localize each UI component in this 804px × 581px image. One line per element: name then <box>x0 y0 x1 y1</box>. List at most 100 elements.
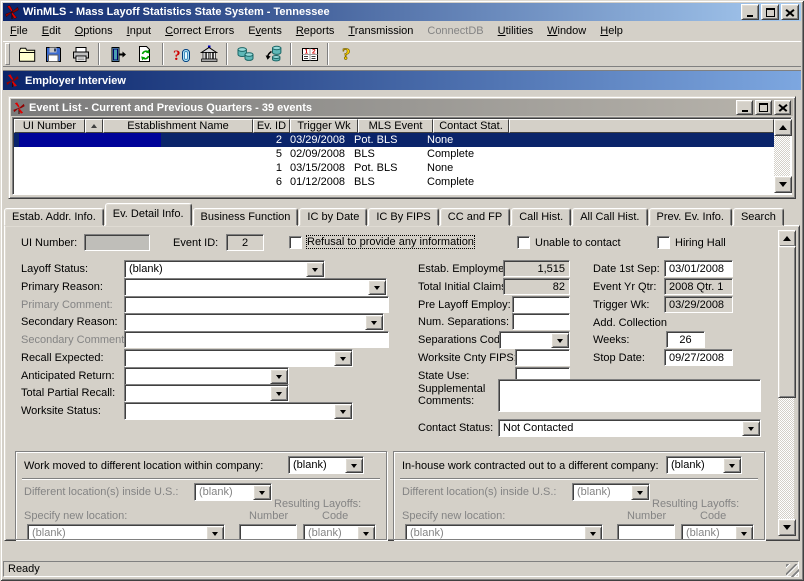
resulting-code-dropdown[interactable]: (blank) <box>681 524 754 540</box>
menu-utilities[interactable]: Utilities <box>491 23 540 39</box>
event-list-title-bar[interactable]: Event List - Current and Previous Quarte… <box>11 99 793 116</box>
menu-input[interactable]: Input <box>120 23 158 39</box>
dropdown-arrow-icon[interactable] <box>368 280 386 295</box>
primary-comment-field[interactable] <box>124 296 389 313</box>
menu-file[interactable]: File <box>3 23 35 39</box>
event-list-close-button[interactable] <box>774 100 791 115</box>
tab-ev-detail-info[interactable]: Ev. Detail Info. <box>105 203 192 226</box>
event-row[interactable]: 6 01/12/2008 BLS Complete <box>14 175 774 189</box>
event-row[interactable]: 5 02/09/2008 BLS Complete <box>14 147 774 161</box>
unable-to-contact-checkbox[interactable] <box>517 236 530 249</box>
contact-status-dropdown[interactable]: Not Contacted <box>498 419 761 437</box>
scroll-up-button[interactable] <box>778 230 796 247</box>
work-moved-dropdown[interactable]: (blank) <box>288 456 364 474</box>
tab-call-hist[interactable]: Call Hist. <box>511 208 571 226</box>
dropdown-arrow-icon[interactable] <box>253 485 271 500</box>
column-header-trigger-wk[interactable]: Trigger Wk <box>290 119 358 133</box>
supplemental-comments-field[interactable] <box>498 379 761 412</box>
tab-cc-and-fp[interactable]: CC and FP <box>440 208 510 226</box>
layoff-status-dropdown[interactable]: (blank) <box>124 260 325 278</box>
menu-transmission[interactable]: Transmission <box>341 23 420 39</box>
menu-edit[interactable]: Edit <box>35 23 68 39</box>
dropdown-arrow-icon[interactable] <box>357 526 375 540</box>
save-button[interactable] <box>40 42 67 66</box>
anticipated-return-dropdown[interactable] <box>124 367 289 385</box>
dropdown-arrow-icon[interactable] <box>334 404 352 419</box>
resulting-number-field[interactable] <box>239 524 297 540</box>
stop-date-field[interactable]: 09/27/2008 <box>664 349 733 366</box>
dropdown-arrow-icon[interactable] <box>584 526 602 540</box>
dropdown-arrow-icon[interactable] <box>551 333 569 348</box>
event-list-minimize-button[interactable] <box>736 100 753 115</box>
column-header-ev-id[interactable]: Ev. ID <box>253 119 290 133</box>
total-partial-recall-dropdown[interactable] <box>124 384 289 402</box>
refusal-label[interactable]: Refusal to provide any information <box>307 236 474 248</box>
close-button[interactable] <box>781 4 799 20</box>
refresh-page-button[interactable] <box>131 42 158 66</box>
column-header-sort[interactable] <box>85 119 103 133</box>
specify-new-location-dropdown[interactable]: (blank) <box>405 524 603 540</box>
hiring-hall-checkbox[interactable] <box>657 236 670 249</box>
tab-prev-ev-info[interactable]: Prev. Ev. Info. <box>649 208 732 226</box>
open-folder-button[interactable] <box>13 42 40 66</box>
dropdown-arrow-icon[interactable] <box>365 315 383 330</box>
separations-code-dropdown[interactable] <box>499 331 570 349</box>
resize-grip[interactable] <box>786 564 799 577</box>
contracted-out-dropdown[interactable]: (blank) <box>666 456 742 474</box>
tab-all-call-hist[interactable]: All Call Hist. <box>572 208 647 226</box>
worksite-status-dropdown[interactable] <box>124 402 353 420</box>
tab-business-function[interactable]: Business Function <box>193 208 299 226</box>
exit-button[interactable] <box>104 42 131 66</box>
form-scrollbar[interactable] <box>778 230 794 536</box>
maximize-button[interactable] <box>761 4 779 20</box>
minimize-button[interactable] <box>741 4 759 20</box>
recall-expected-dropdown[interactable] <box>124 349 353 367</box>
help-button[interactable]: ? <box>333 42 360 66</box>
refusal-checkbox[interactable] <box>289 236 302 249</box>
ui-number-field[interactable] <box>84 234 150 251</box>
event-id-field[interactable]: 2 <box>226 234 264 251</box>
event-list-maximize-button[interactable] <box>755 100 772 115</box>
resulting-code-dropdown[interactable]: (blank) <box>303 524 376 540</box>
menu-window[interactable]: Window <box>540 23 593 39</box>
dropdown-arrow-icon[interactable] <box>270 386 288 401</box>
menu-correct-errors[interactable]: Correct Errors <box>158 23 241 39</box>
column-header-contact-stat[interactable]: Contact Stat. <box>433 119 509 133</box>
specify-new-location-dropdown[interactable]: (blank) <box>27 524 225 540</box>
scroll-down-button[interactable] <box>778 519 796 536</box>
scroll-up-button[interactable] <box>774 119 792 136</box>
error-lookup-button[interactable]: ? <box>168 42 195 66</box>
dropdown-arrow-icon[interactable] <box>631 485 649 500</box>
event-row[interactable]: 1 03/15/2008 Pot. BLS None <box>14 161 774 175</box>
dropdown-arrow-icon[interactable] <box>742 421 760 436</box>
worksite-cnty-fips-field[interactable] <box>515 349 570 366</box>
dropdown-arrow-icon[interactable] <box>334 351 352 366</box>
column-header-ui-number[interactable]: UI Number <box>14 119 85 133</box>
menu-options[interactable]: Options <box>68 23 120 39</box>
database-transfer-button[interactable] <box>259 42 286 66</box>
menu-reports[interactable]: Reports <box>289 23 342 39</box>
secondary-reason-dropdown[interactable] <box>124 313 384 331</box>
print-button[interactable] <box>67 42 94 66</box>
primary-reason-dropdown[interactable] <box>124 278 387 296</box>
dropdown-arrow-icon[interactable] <box>723 458 741 473</box>
resulting-number-field[interactable] <box>617 524 675 540</box>
dropdown-arrow-icon[interactable] <box>206 526 224 540</box>
inside-us-dropdown[interactable]: (blank) <box>572 483 650 501</box>
menu-help[interactable]: Help <box>593 23 630 39</box>
tab-ic-by-fips[interactable]: IC By FIPS <box>368 208 438 226</box>
calculator-button[interactable]: 1 2 <box>296 42 323 66</box>
toolbar-grip[interactable] <box>5 43 10 65</box>
pre-layoff-employ-field[interactable] <box>512 296 570 313</box>
tab-search[interactable]: Search <box>733 208 784 226</box>
employer-bank-button[interactable] <box>195 42 222 66</box>
event-list-scrollbar[interactable] <box>774 119 790 193</box>
column-header-establishment-name[interactable]: Establishment Name <box>103 119 253 133</box>
scrollbar-thumb[interactable] <box>778 246 796 398</box>
database-copy-button[interactable] <box>232 42 259 66</box>
inside-us-dropdown[interactable]: (blank) <box>194 483 272 501</box>
weeks-field[interactable]: 26 <box>666 331 705 348</box>
scroll-down-button[interactable] <box>774 176 792 193</box>
secondary-comment-field[interactable] <box>124 331 389 348</box>
tab-estab-addr-info[interactable]: Estab. Addr. Info. <box>4 208 104 226</box>
